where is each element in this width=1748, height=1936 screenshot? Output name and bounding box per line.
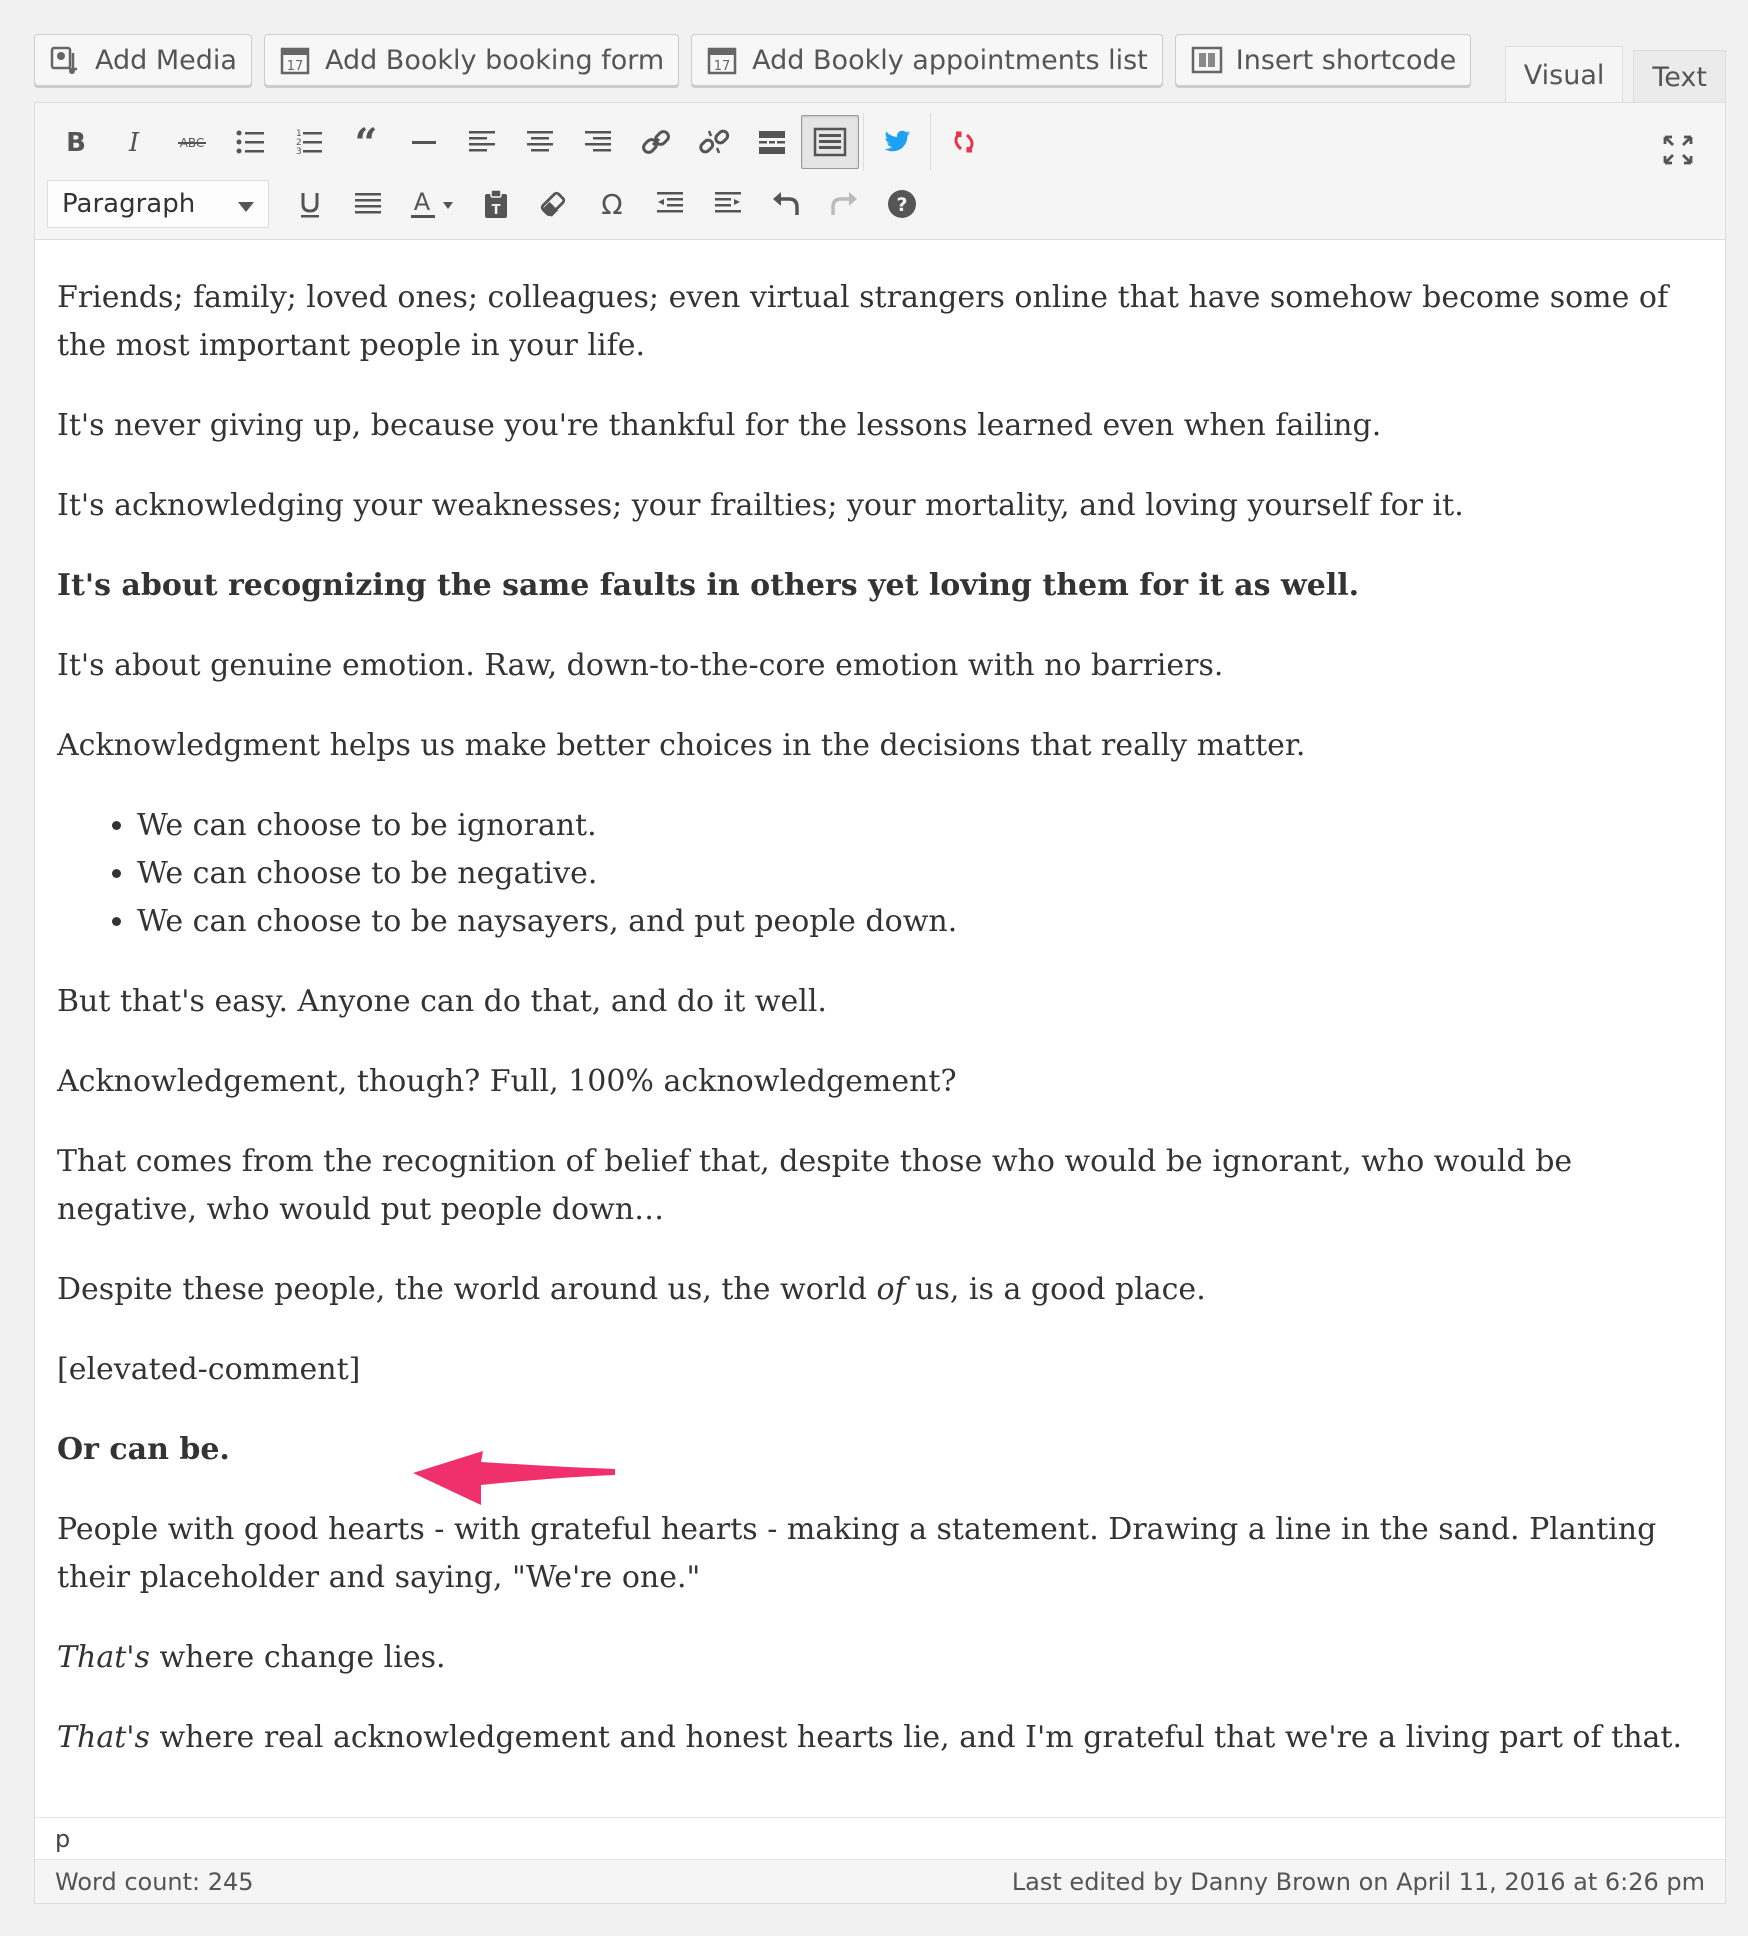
fullscreen-button[interactable] — [1649, 123, 1707, 177]
svg-text:B: B — [66, 128, 86, 158]
paragraph: Acknowledgment helps us make better choi… — [57, 728, 1306, 763]
list-item: We can choose to be negative. — [137, 850, 1703, 898]
insert-shortcode-label: Insert shortcode — [1235, 44, 1457, 76]
svg-text:I: I — [128, 128, 140, 158]
horizontal-line-button[interactable] — [395, 115, 453, 169]
clear-formatting-button[interactable] — [525, 177, 583, 231]
media-buttons-row: Add Media 17 Add Bookly booking form 17 … — [34, 34, 1472, 90]
unlink-button[interactable] — [685, 115, 743, 169]
italic-button[interactable]: I — [105, 115, 163, 169]
strikethrough-button[interactable]: ABC — [163, 115, 221, 169]
svg-text:“: “ — [354, 125, 377, 159]
italic-text: of — [876, 1272, 906, 1307]
editor-content[interactable]: Friends; family; loved ones; colleagues;… — [35, 240, 1725, 1755]
toolbar-row-1: B I ABC 123 “ — [35, 113, 1725, 171]
editor: B I ABC 123 “ Paragraph A T Ω ? Friends;… — [34, 102, 1726, 1904]
align-left-button[interactable] — [453, 115, 511, 169]
special-character-button[interactable]: Ω — [583, 177, 641, 231]
numbered-list-button[interactable]: 123 — [279, 115, 337, 169]
paragraph-bold: Or can be. — [57, 1426, 1703, 1474]
word-count: Word count: 245 — [55, 1867, 254, 1896]
toolbar-separator — [863, 113, 864, 171]
add-bookly-form-button[interactable]: 17 Add Bookly booking form — [263, 34, 680, 86]
underline-button[interactable] — [281, 177, 339, 231]
paragraph-format-select[interactable]: Paragraph — [47, 180, 269, 228]
paragraph: But that's easy. Anyone can do that, and… — [57, 984, 827, 1019]
text-color-button[interactable]: A — [397, 177, 467, 231]
format-select-value: Paragraph — [62, 189, 196, 219]
status-bar: Word count: 245 Last edited by Danny Bro… — [35, 1859, 1725, 1903]
element-path: p — [35, 1817, 1725, 1859]
svg-text:17: 17 — [714, 59, 731, 74]
editor-tabs: Visual Text — [1504, 46, 1726, 104]
paragraph: That's where real acknowledgement and ho… — [57, 1714, 1703, 1762]
toolbar-row-2: Paragraph A T Ω ? — [35, 175, 1725, 233]
paragraph: Friends; family; loved ones; colleagues;… — [57, 280, 1669, 363]
insert-link-button[interactable] — [627, 115, 685, 169]
insert-shortcode-button[interactable]: Insert shortcode — [1174, 34, 1472, 86]
annotation-arrow-icon — [413, 1451, 615, 1505]
svg-text:T: T — [492, 203, 501, 218]
align-center-button[interactable] — [511, 115, 569, 169]
undo-button[interactable] — [757, 177, 815, 231]
sync-icon[interactable] — [935, 115, 993, 169]
calendar-icon: 17 — [279, 43, 313, 77]
italic-text: That's — [57, 1640, 150, 1675]
svg-text:17: 17 — [287, 59, 304, 74]
caret-down-icon — [238, 189, 254, 219]
bullet-list: We can choose to be ignorant. We can cho… — [57, 802, 1703, 946]
paragraph: Despite these people, the world around u… — [57, 1266, 1703, 1314]
tab-text[interactable]: Text — [1633, 50, 1726, 104]
calendar-icon: 17 — [706, 43, 740, 77]
text-run: where change lies. — [149, 1640, 446, 1675]
text-run: us, is a good place. — [905, 1272, 1206, 1307]
toolbar-separator — [930, 113, 931, 171]
outdent-button[interactable] — [641, 177, 699, 231]
add-media-button[interactable]: Add Media — [34, 34, 252, 86]
paragraph: It's never giving up, because you're tha… — [57, 408, 1382, 443]
paragraph: That comes from the recognition of belie… — [57, 1144, 1573, 1227]
add-media-label: Add Media — [95, 44, 237, 76]
twitter-icon[interactable] — [868, 115, 926, 169]
list-item: We can choose to be naysayers, and put p… — [137, 898, 1703, 946]
paragraph: That's where change lies. — [57, 1634, 1703, 1682]
paragraph: Acknowledgement, though? Full, 100% ackn… — [57, 1064, 957, 1099]
redo-button[interactable] — [815, 177, 873, 231]
italic-text: That's — [57, 1720, 150, 1755]
editor-toolbar: B I ABC 123 “ Paragraph A T Ω ? — [35, 103, 1725, 240]
indent-button[interactable] — [699, 177, 757, 231]
add-bookly-list-label: Add Bookly appointments list — [752, 44, 1148, 76]
read-more-button[interactable] — [743, 115, 801, 169]
bold-text: It's about recognizing the same faults i… — [57, 568, 1360, 603]
help-icon[interactable]: ? — [873, 177, 931, 231]
paragraph-bold: It's about recognizing the same faults i… — [57, 562, 1703, 610]
bold-button[interactable]: B — [47, 115, 105, 169]
last-edited: Last edited by Danny Brown on April 11, … — [1011, 1867, 1705, 1896]
add-bookly-list-button[interactable]: 17 Add Bookly appointments list — [691, 34, 1163, 86]
paragraph: It's about genuine emotion. Raw, down-to… — [57, 648, 1224, 683]
add-bookly-form-label: Add Bookly booking form — [324, 44, 665, 76]
media-icon — [49, 43, 83, 77]
text-run: where real acknowledgement and honest he… — [149, 1720, 1682, 1755]
list-item: We can choose to be ignorant. — [137, 802, 1703, 850]
paragraph: It's acknowledging your weaknesses; your… — [57, 488, 1464, 523]
svg-text:?: ? — [896, 194, 907, 216]
blockquote-button[interactable]: “ — [337, 115, 395, 169]
paste-as-text-button[interactable]: T — [467, 177, 525, 231]
svg-text:Ω: Ω — [601, 188, 622, 221]
text-run: Despite these people, the world around u… — [57, 1272, 877, 1307]
bullet-list-button[interactable] — [221, 115, 279, 169]
svg-text:3: 3 — [296, 147, 302, 157]
justify-button[interactable] — [339, 177, 397, 231]
paragraph: People with good hearts - with grateful … — [57, 1512, 1657, 1595]
shortcode-paragraph: [elevated-comment] — [57, 1352, 361, 1387]
align-right-button[interactable] — [569, 115, 627, 169]
svg-text:A: A — [414, 188, 431, 216]
tab-visual[interactable]: Visual — [1504, 46, 1624, 104]
toolbar-toggle-button[interactable] — [801, 115, 859, 169]
bold-text: Or can be. — [57, 1432, 230, 1467]
shortcode-icon — [1190, 43, 1224, 77]
